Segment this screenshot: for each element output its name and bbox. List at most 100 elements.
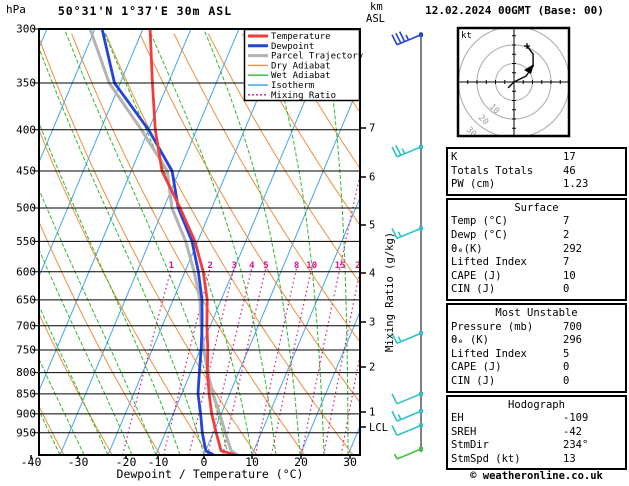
stat-row: θₑ (K) 296 — [451, 334, 622, 348]
stat-row: CAPE (J) 10 — [451, 270, 622, 284]
stat-label: CIN (J) — [451, 283, 496, 296]
pressure-tick-label: 850 — [16, 387, 36, 400]
pressure-tick-label: 400 — [16, 123, 36, 136]
stat-label: θₑ(K) — [451, 242, 483, 255]
pressure-tick-label: 600 — [16, 265, 36, 278]
stats-box-title: Hodograph — [508, 398, 565, 411]
pressure-tick-label: 900 — [16, 407, 36, 420]
stat-row: SREH -42 — [451, 426, 622, 440]
pressure-tick-label: 950 — [16, 426, 36, 439]
stat-value: -109 — [563, 412, 589, 425]
stat-label: PW (cm) — [451, 178, 496, 191]
legend-label: Wet Adiabat — [271, 71, 331, 81]
stat-value: 17 — [563, 151, 576, 163]
stat-row: PW (cm) 1.23 — [451, 178, 622, 192]
mixing-ratio-value-label: 8 — [294, 261, 299, 271]
stat-label: StmSpd (kt) — [451, 452, 521, 465]
temperature-tick-label: -40 — [21, 455, 42, 469]
stat-value: 10 — [563, 269, 576, 282]
stat-value: 0 — [563, 361, 570, 374]
stat-value: 7 — [563, 215, 570, 228]
mixing-ratio-value-label: 1 — [169, 261, 174, 271]
stat-value: 13 — [563, 452, 576, 465]
stat-value: 0 — [563, 374, 570, 387]
stats-box-title: Most Unstable — [495, 306, 578, 319]
run-datetime: 12.02.2024 00GMT (Base: 00) — [425, 4, 604, 17]
x-axis-title: Dewpoint / Temperature (°C) — [116, 467, 304, 481]
stat-row: Pressure (mb) 700 — [451, 321, 622, 335]
stat-row: Dewp (°C) 2 — [451, 229, 622, 243]
stat-value: 296 — [563, 334, 582, 347]
asl-label: ASL — [366, 13, 385, 25]
stat-row: Totals Totals 46 — [451, 165, 622, 179]
legend-label: Parcel Trajectory — [271, 52, 364, 62]
km-tick-label: 3 — [369, 317, 375, 329]
stats-box-1: Surface Temp (°C) 7 Dewp (°C) 2 θₑ(K) 292 Lifte… — [446, 197, 627, 301]
km-tick-label: 2 — [369, 362, 375, 374]
stat-label: Lifted Index — [451, 347, 527, 360]
mixing-ratio-value-label: 10 — [306, 261, 317, 271]
km-tick-label: 5 — [369, 220, 375, 232]
stat-value: 2 — [563, 228, 570, 241]
stat-row: CIN (J) 0 — [451, 283, 622, 297]
legend-label: Isotherm — [271, 81, 314, 91]
legend-label: Mixing Ratio — [271, 91, 336, 101]
pressure-tick-label: 350 — [16, 76, 36, 89]
stat-label: EH — [451, 412, 464, 425]
pressure-tick-label: 700 — [16, 319, 36, 332]
altitude-unit-label: km — [370, 1, 383, 13]
pressure-tick-label: 500 — [16, 201, 36, 214]
stat-value: 1.23 — [563, 178, 589, 191]
legend-label: Dry Adiabat — [271, 61, 331, 71]
pressure-unit-label: hPa — [6, 3, 26, 16]
stats-box-3: Hodograph EH -109 SREH -42 StmDir 234° StmSpd (… — [446, 394, 627, 471]
stat-row: θₑ(K) 292 — [451, 243, 622, 257]
stat-row: StmDir 234° — [451, 439, 622, 453]
hodograph: kt102030 — [458, 28, 569, 136]
pressure-tick-label: 800 — [16, 366, 36, 379]
legend-label: Dewpoint — [271, 42, 314, 52]
skewt-sounding-page: 12345810152025TemperatureDewpointParcel … — [0, 0, 629, 486]
stats-panel: K 17 Totals Totals 46 PW (cm) 1.23 Surface Temp… — [446, 147, 627, 472]
mixing-ratio-value-label: 15 — [335, 261, 346, 271]
stat-label: θₑ (K) — [451, 334, 489, 347]
stat-label: SREH — [451, 425, 477, 438]
stat-row: Temp (°C) 7 — [451, 215, 622, 229]
stat-row: CIN (J) 0 — [451, 375, 622, 389]
copyright-footer: © weatheronline.co.uk — [470, 470, 603, 482]
km-tick-label: 7 — [369, 123, 375, 135]
mixing-ratio-value-label: 4 — [249, 261, 255, 271]
pressure-tick-label: 750 — [16, 343, 36, 356]
stat-label: StmDir — [451, 439, 489, 452]
pressure-tick-label: 450 — [16, 165, 36, 178]
stat-label: K — [451, 151, 458, 163]
stat-label: Dewp (°C) — [451, 228, 508, 241]
km-tick-label: 4 — [369, 268, 375, 280]
station-title: 50°31'N 1°37'E 30m ASL — [57, 4, 233, 18]
stat-row: CAPE (J) 0 — [451, 361, 622, 375]
legend-label: Temperature — [271, 32, 331, 42]
stat-label: CIN (J) — [451, 374, 496, 387]
stat-label: CAPE (J) — [451, 361, 502, 374]
stat-row: EH -109 — [451, 412, 622, 426]
stat-value: 46 — [563, 164, 576, 177]
pressure-tick-label: 300 — [16, 23, 36, 36]
stat-value: -42 — [563, 425, 582, 438]
stat-value: 700 — [563, 320, 582, 333]
stat-label: CAPE (J) — [451, 269, 502, 282]
stat-value: 7 — [563, 256, 570, 269]
stat-row: K 17 — [451, 151, 622, 165]
stat-row: StmSpd (kt) 13 — [451, 453, 622, 467]
stat-label: Totals Totals — [451, 164, 534, 177]
mixing-ratio-value-label: 5 — [263, 261, 268, 271]
legend: TemperatureDewpointParcel TrajectoryDry … — [243, 28, 364, 102]
stat-row: Lifted Index 7 — [451, 256, 622, 270]
stats-box-2: Most Unstable Pressure (mb) 700 θₑ (K) 296 Li… — [446, 302, 627, 393]
mixing-ratio-value-label: 3 — [232, 261, 237, 271]
stat-value: 0 — [563, 283, 570, 296]
pressure-tick-label: 550 — [16, 235, 36, 248]
stats-box-title: Surface — [514, 201, 559, 214]
km-tick-label: 1 — [369, 407, 375, 419]
km-tick-label: 6 — [369, 172, 375, 184]
stat-label: Pressure (mb) — [451, 320, 534, 333]
